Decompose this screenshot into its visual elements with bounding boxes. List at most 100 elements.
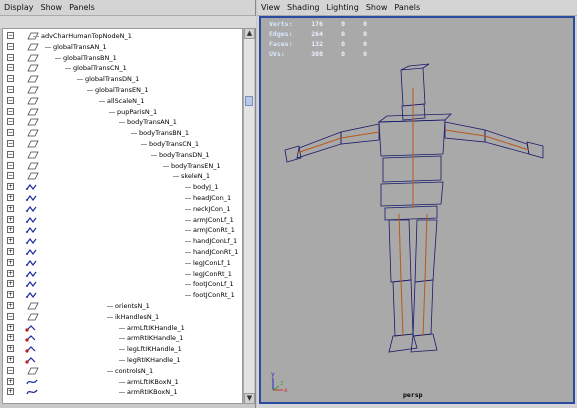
tree-row[interactable]: − ikHandlesN_1	[3, 312, 242, 323]
hierarchy-tree[interactable]: − advCharHumanTopNodeN_1− globalTransAN_1−…	[2, 28, 243, 404]
tree-row[interactable]: + legLftIKHandle_1	[3, 344, 242, 355]
expand-icon[interactable]: +	[7, 237, 14, 245]
tree-connector	[109, 111, 115, 113]
expand-icon[interactable]: +	[7, 183, 14, 191]
ik-handle-icon	[25, 356, 39, 364]
character-rig-model[interactable]: y x z	[261, 18, 573, 402]
collapse-icon[interactable]: −	[7, 42, 14, 50]
collapse-icon[interactable]: −	[7, 86, 14, 93]
collapse-icon[interactable]: −	[7, 312, 14, 320]
collapse-icon[interactable]: −	[7, 118, 14, 126]
collapse-icon[interactable]: −	[7, 172, 14, 180]
expand-icon[interactable]: +	[7, 269, 14, 277]
menu-view[interactable]: View	[261, 3, 280, 12]
tree-row[interactable]: + armLftIKHandle_1	[3, 323, 242, 334]
tree-connector	[119, 122, 125, 124]
collapse-icon[interactable]: −	[7, 366, 14, 374]
menu-panels[interactable]: Panels	[394, 3, 420, 12]
expand-icon[interactable]: +	[7, 226, 14, 234]
collapse-icon[interactable]: −	[7, 96, 14, 104]
collapse-icon[interactable]: −	[7, 161, 14, 169]
collapse-icon[interactable]: −	[7, 75, 14, 83]
expand-icon[interactable]: +	[7, 194, 14, 201]
menu-lighting[interactable]: Lighting	[326, 3, 358, 12]
expand-icon[interactable]: +	[7, 345, 14, 353]
tree-row[interactable]: + legJConLf_1	[3, 258, 242, 269]
ik-handle-icon	[25, 334, 39, 342]
scroll-thumb[interactable]	[245, 96, 253, 106]
tree-row[interactable]: + headJCon_1	[3, 193, 242, 204]
tree-connector	[33, 36, 39, 37]
tree-row[interactable]: + handJConRt_1	[3, 247, 242, 258]
tree-row[interactable]: − skeleN_1	[3, 171, 242, 182]
expand-icon[interactable]: +	[7, 377, 14, 385]
menu-display[interactable]: Display	[4, 3, 34, 12]
tree-row[interactable]: + armJConLf_1	[3, 215, 242, 226]
expand-icon[interactable]: +	[7, 334, 14, 342]
expand-icon[interactable]: +	[7, 388, 14, 396]
tree-row[interactable]: + footJConLf_1	[3, 279, 242, 290]
expand-icon[interactable]: +	[7, 280, 14, 288]
upper-arm-left	[340, 123, 380, 145]
tree-row[interactable]: + orientsN_1	[3, 301, 242, 312]
expand-icon[interactable]: +	[7, 356, 14, 363]
tree-row[interactable]: + legJConRt_1	[3, 269, 242, 280]
scroll-down-arrow[interactable]: ▼	[244, 393, 255, 404]
tree-connector	[119, 349, 125, 351]
tree-row[interactable]: + armJConRt_1	[3, 225, 242, 236]
abdomen-box	[382, 155, 442, 183]
tree-row-label: bodyJ_1	[193, 183, 219, 192]
menu-panels[interactable]: Panels	[69, 3, 95, 12]
transform-icon	[25, 64, 39, 72]
expand-icon[interactable]: +	[7, 291, 14, 299]
menu-show[interactable]: Show	[366, 3, 388, 12]
menu-show[interactable]: Show	[41, 3, 63, 12]
collapse-icon[interactable]: −	[7, 32, 14, 39]
joint-icon	[25, 291, 39, 299]
collapse-icon[interactable]: −	[7, 140, 14, 147]
tree-row[interactable]: + bodyJ_1	[3, 182, 242, 193]
expand-icon[interactable]: +	[7, 258, 14, 266]
tree-scrollbar[interactable]: ▲ ▼	[243, 28, 255, 404]
tree-row[interactable]: + armLftIKBoxN_1	[3, 377, 242, 388]
scroll-up-arrow[interactable]: ▲	[244, 28, 255, 39]
tree-row[interactable]: − globalTransEN_1	[3, 85, 242, 96]
tree-row[interactable]: − bodyTransCN_1	[3, 139, 242, 150]
tree-row[interactable]: − bodyTransDN_1	[3, 150, 242, 161]
collapse-icon[interactable]: −	[7, 53, 14, 61]
tree-row-label: armRtIKBoxN_1	[127, 388, 178, 397]
expand-icon[interactable]: +	[7, 248, 14, 255]
tree-row[interactable]: + armRtIKBoxN_1	[3, 387, 242, 398]
tree-row[interactable]: + handJConLf_1	[3, 236, 242, 247]
tree-row[interactable]: − globalTransDN_1	[3, 74, 242, 85]
tree-row[interactable]: − bodyTransEN_1	[3, 161, 242, 172]
tree-row[interactable]: + legRtIKHandle_1	[3, 355, 242, 366]
transform-icon	[25, 172, 39, 180]
tree-row[interactable]: − bodyTransBN_1	[3, 128, 242, 139]
tree-row[interactable]: − globalTransCN_1	[3, 63, 242, 74]
tree-connector	[107, 306, 113, 307]
tree-row[interactable]: + armRtIKHandle_1	[3, 333, 242, 344]
expand-icon[interactable]: +	[7, 215, 14, 223]
tree-connector	[55, 57, 61, 59]
tree-row[interactable]: + footJConRt_1	[3, 290, 242, 301]
transform-icon	[25, 108, 39, 116]
tree-row[interactable]: − bodyTransAN_1	[3, 117, 242, 128]
collapse-icon[interactable]: −	[7, 107, 14, 115]
tree-row[interactable]: − pupParisN_1	[3, 107, 242, 118]
expand-icon[interactable]: +	[7, 323, 14, 331]
menu-shading[interactable]: Shading	[287, 3, 320, 12]
expand-icon[interactable]: +	[7, 204, 14, 212]
tree-row[interactable]: − advCharHumanTopNodeN_1	[3, 31, 242, 42]
tree-row[interactable]: − globalTransAN_1	[3, 42, 242, 53]
collapse-icon[interactable]: −	[7, 150, 14, 158]
perspective-viewport[interactable]: Verts: 176 0 0 Edges: 264 0 0 Faces: 132 0 0 UVs:…	[259, 16, 575, 404]
collapse-icon[interactable]: −	[7, 129, 14, 137]
collapse-icon[interactable]: −	[7, 64, 14, 72]
curve-icon	[25, 388, 39, 396]
expand-icon[interactable]: +	[7, 302, 14, 309]
tree-row[interactable]: + neckJCon_1	[3, 204, 242, 215]
tree-row[interactable]: − globalTransBN_1	[3, 53, 242, 64]
tree-row[interactable]: − controlsN_1	[3, 366, 242, 377]
tree-row[interactable]: − allScaleN_1	[3, 96, 242, 107]
